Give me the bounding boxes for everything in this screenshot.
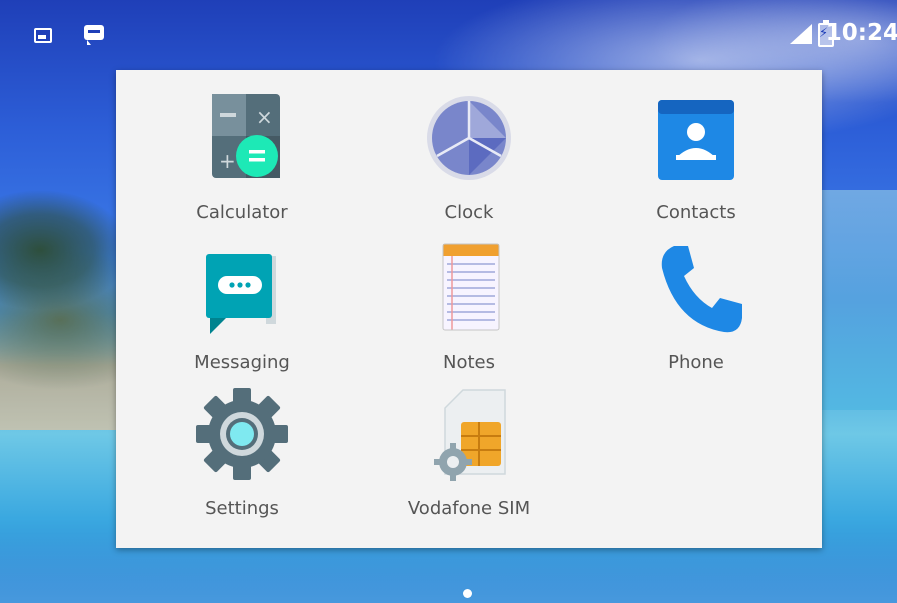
app-contacts[interactable]: Contacts (606, 92, 786, 232)
settings-icon (192, 388, 292, 488)
app-messaging[interactable]: Messaging (152, 242, 332, 382)
status-bar: 10:24 (0, 0, 897, 66)
app-clock[interactable]: Clock (379, 92, 559, 232)
phone-icon (646, 242, 746, 342)
sim-toolkit-icon (419, 388, 519, 488)
page-indicator-dot (463, 589, 472, 598)
message-notification-icon (84, 25, 104, 45)
app-label: Calculator (196, 202, 288, 223)
app-label: Vodafone SIM (407, 498, 531, 519)
wallpaper-sea (817, 190, 897, 410)
app-label: Messaging (194, 352, 290, 373)
svg-text:×: × (256, 105, 273, 129)
calculator-icon: × + (192, 92, 292, 192)
app-calculator[interactable]: × + Calculator (152, 92, 332, 232)
app-label: Phone (668, 352, 724, 373)
notes-icon (419, 242, 519, 342)
status-time: 10:24 (825, 20, 897, 46)
messaging-icon (192, 242, 292, 342)
app-phone[interactable]: Phone (606, 242, 786, 382)
app-label: Contacts (656, 202, 736, 223)
signal-icon (790, 24, 812, 44)
contacts-icon (646, 92, 746, 192)
app-label: Notes (443, 352, 495, 373)
app-folder: × + Calculator Clock Contacts Messaging … (116, 70, 822, 548)
app-settings[interactable]: Settings (152, 388, 332, 528)
app-label: Settings (205, 498, 279, 519)
app-vodafone-sim[interactable]: Vodafone SIM (379, 388, 559, 528)
image-notification-icon (34, 28, 52, 43)
app-label: Clock (444, 202, 494, 223)
clock-icon (419, 92, 519, 192)
svg-text:+: + (219, 149, 236, 173)
app-notes[interactable]: Notes (379, 242, 559, 382)
